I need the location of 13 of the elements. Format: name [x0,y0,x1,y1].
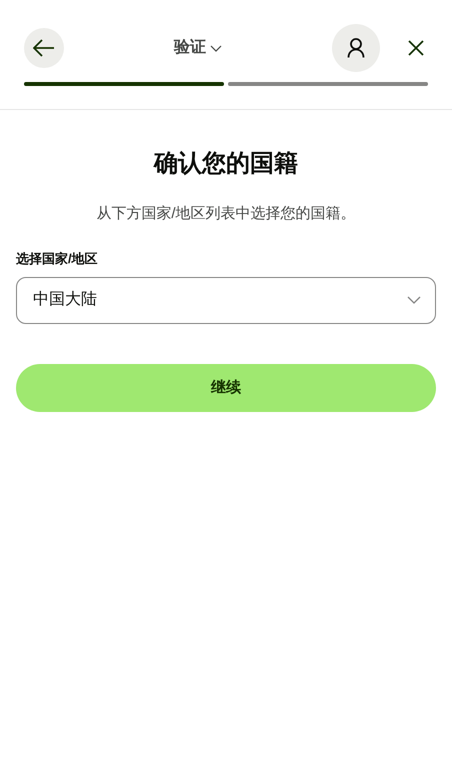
chevron-down-icon [407,296,421,304]
page-heading: 确认您的国籍 [152,150,299,179]
field-label: 选择国家/地区 [16,250,99,268]
profile-button[interactable] [332,24,380,72]
person-icon [347,38,365,58]
country-select[interactable]: 中国大陆 [16,276,436,324]
back-button[interactable] [24,28,64,68]
chevron-down-icon [210,44,222,52]
step-title-button[interactable]: 验证 [174,36,222,60]
continue-button[interactable]: 继续 [16,364,436,412]
instruction-text: 从下方国家/地区列表中选择您的国籍。 [95,204,357,224]
back-arrow-icon [33,39,55,57]
close-icon [408,40,424,56]
